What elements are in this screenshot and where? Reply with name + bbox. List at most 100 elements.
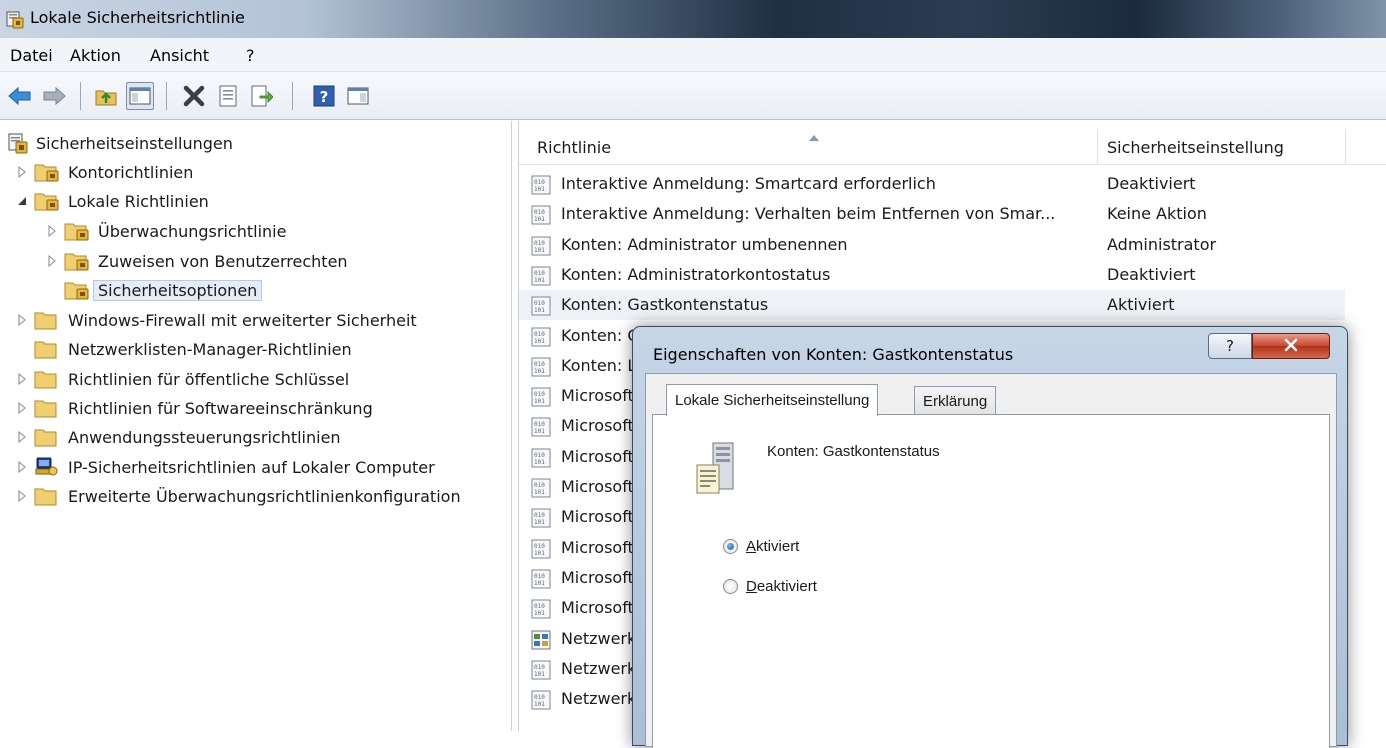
svg-text:010: 010 bbox=[534, 391, 545, 398]
tree-item-label: Zuweisen von Benutzerrechten bbox=[98, 251, 348, 271]
back-arrow-icon[interactable] bbox=[6, 82, 34, 110]
forward-arrow-icon[interactable] bbox=[40, 82, 68, 110]
menu-aktion[interactable]: Aktion bbox=[70, 46, 121, 65]
toolbar-separator bbox=[292, 82, 293, 110]
policy-item-icon: 010 101 bbox=[531, 569, 551, 593]
radio-button-unchecked[interactable] bbox=[723, 579, 738, 594]
column-sicherheitseinstellung[interactable]: Sicherheitseinstellung bbox=[1107, 138, 1284, 157]
tree-item-label: Richtlinien für Softwareeinschränkung bbox=[68, 398, 373, 418]
policy-name-cell: Microsoft bbox=[561, 416, 634, 436]
tab-erklaerung[interactable]: Erklärung bbox=[914, 386, 997, 416]
ip-security-icon bbox=[34, 456, 60, 478]
tab-lokale-sicherheitseinstellung[interactable]: Lokale Sicherheitseinstellung bbox=[666, 384, 879, 416]
show-hide-tree-icon[interactable] bbox=[126, 82, 154, 110]
dialog-close-button[interactable] bbox=[1252, 333, 1330, 359]
svg-text:101: 101 bbox=[534, 307, 545, 314]
tree-item-zuweisen-von-benutzerrechten[interactable]: Zuweisen von Benutzerrechten bbox=[44, 247, 348, 275]
svg-text:101: 101 bbox=[534, 580, 545, 587]
radio-button-checked[interactable] bbox=[723, 539, 738, 554]
title-bar: Lokale Sicherheitsrichtlinie bbox=[0, 0, 1386, 38]
policy-name-cell: Interaktive Anmeldung: Verhalten beim En… bbox=[561, 204, 1056, 224]
svg-text:010: 010 bbox=[534, 512, 545, 519]
tree-item-label: Sicherheitseinstellungen bbox=[36, 133, 233, 153]
tree-item-oeffentliche-schluessel[interactable]: Richtlinien für öffentliche Schlüssel bbox=[14, 365, 349, 393]
radio-label-deaktiviert: Deaktiviert bbox=[746, 578, 817, 595]
policy-name-cell: Netzwerk bbox=[561, 658, 637, 678]
expand-arrow-icon[interactable] bbox=[14, 461, 30, 473]
tree-item-ueberwachungsrichtlinie[interactable]: Überwachungsrichtlinie bbox=[44, 217, 286, 245]
window-title: Lokale Sicherheitsrichtlinie bbox=[30, 8, 245, 27]
tree-item-softwareeinschraenkung[interactable]: Richtlinien für Softwareeinschränkung bbox=[14, 394, 373, 422]
policy-name-label: Konten: Gastkontenstatus bbox=[767, 443, 940, 460]
close-icon bbox=[1283, 337, 1299, 356]
svg-text:101: 101 bbox=[534, 398, 545, 405]
svg-text:101: 101 bbox=[534, 368, 545, 375]
policy-item-icon: 010 101 bbox=[531, 417, 551, 441]
delete-icon[interactable] bbox=[180, 82, 208, 110]
dialog-help-button[interactable]: ? bbox=[1208, 333, 1252, 359]
toolbar-separator bbox=[80, 82, 81, 110]
expand-arrow-icon[interactable] bbox=[14, 490, 30, 502]
tree-item-label: Kontorichtlinien bbox=[68, 162, 194, 182]
collapse-arrow-icon[interactable] bbox=[14, 195, 30, 207]
properties-icon[interactable] bbox=[214, 82, 242, 110]
tree-item-label: Anwendungssteuerungsrichtlinien bbox=[68, 427, 341, 447]
tree-item-label: Windows-Firewall mit erweiterter Sicherh… bbox=[68, 310, 417, 330]
column-divider[interactable] bbox=[1345, 129, 1346, 165]
tree-item-sicherheitsoptionen[interactable]: Sicherheitsoptionen bbox=[64, 276, 263, 304]
svg-text:010: 010 bbox=[534, 664, 545, 671]
expand-arrow-icon[interactable] bbox=[44, 255, 60, 267]
expand-arrow-icon[interactable] bbox=[14, 373, 30, 385]
expand-arrow-icon[interactable] bbox=[14, 402, 30, 414]
column-richtlinie[interactable]: Richtlinie bbox=[537, 138, 611, 157]
toolbar-separator bbox=[166, 82, 167, 110]
help-icon[interactable]: ? bbox=[310, 82, 338, 110]
radio-deaktiviert[interactable]: Deaktiviert bbox=[723, 578, 817, 595]
folder-icon bbox=[34, 427, 60, 447]
menu-datei[interactable]: Datei bbox=[10, 46, 53, 65]
security-settings-icon bbox=[8, 132, 28, 154]
folder-icon bbox=[34, 310, 60, 330]
table-row[interactable]: 010 101 Interaktive Anmeldung: Verhalten b… bbox=[519, 199, 1345, 229]
expand-arrow-icon[interactable] bbox=[14, 314, 30, 326]
policy-name-cell: Konten: Gastkontenstatus bbox=[561, 295, 769, 315]
radio-aktiviert[interactable]: Aktiviert bbox=[723, 538, 799, 555]
menu-help[interactable]: ? bbox=[246, 46, 255, 65]
expand-arrow-icon[interactable] bbox=[44, 225, 60, 237]
up-folder-icon[interactable] bbox=[92, 82, 120, 110]
svg-text:010: 010 bbox=[534, 270, 545, 277]
expand-arrow-icon[interactable] bbox=[14, 166, 30, 178]
svg-text:101: 101 bbox=[534, 550, 545, 557]
svg-text:010: 010 bbox=[534, 331, 545, 338]
folder-icon bbox=[34, 369, 60, 389]
table-row[interactable]: 010 101 Konten: Administratorkontostatus De… bbox=[519, 260, 1345, 290]
svg-text:010: 010 bbox=[534, 300, 545, 307]
policy-item-icon: 010 101 bbox=[531, 387, 551, 411]
policy-value-cell: Deaktiviert bbox=[1107, 264, 1196, 284]
tree-item-ip-sicherheitsrichtlinien[interactable]: IP-Sicherheitsrichtlinien auf Lokaler Co… bbox=[14, 453, 435, 481]
tree-item-windows-firewall[interactable]: Windows-Firewall mit erweiterter Sicherh… bbox=[14, 306, 417, 334]
table-row[interactable]: 010 101 Konten: Gastkontenstatus Aktiviert bbox=[519, 290, 1345, 321]
tree-item-lokale-richtlinien[interactable]: Lokale Richtlinien bbox=[14, 187, 209, 215]
policy-item-icon: 010 101 bbox=[531, 660, 551, 684]
tree-item-anwendungssteuerung[interactable]: Anwendungssteuerungsrichtlinien bbox=[14, 423, 341, 451]
table-row[interactable]: 010 101 Konten: Administrator umbenennen Ad… bbox=[519, 230, 1345, 260]
tree-item-erweiterte-ueberwachung[interactable]: Erweiterte Überwachungsrichtlinienkonfig… bbox=[14, 482, 461, 510]
policy-value-cell: Administrator bbox=[1107, 234, 1217, 254]
action-pane-icon[interactable] bbox=[344, 82, 372, 110]
tree-item-kontorichtlinien[interactable]: Kontorichtlinien bbox=[14, 158, 193, 186]
table-row[interactable]: 010 101 Interaktive Anmeldung: Smartcard e… bbox=[519, 169, 1345, 199]
svg-text:010: 010 bbox=[534, 421, 545, 428]
tree-item-netzwerklisten-manager[interactable]: Netzwerklisten-Manager-Richtlinien bbox=[34, 335, 352, 363]
policy-name-cell: Microsoft bbox=[561, 598, 634, 618]
export-list-icon[interactable] bbox=[248, 82, 276, 110]
policy-name-cell: Interaktive Anmeldung: Smartcard erforde… bbox=[561, 174, 936, 193]
policy-name-cell: Konten: Administratorkontostatus bbox=[561, 264, 831, 284]
policy-folder-icon bbox=[64, 221, 90, 241]
column-divider[interactable] bbox=[1097, 129, 1098, 165]
tree-item-sicherheitseinstellungen[interactable]: Sicherheitseinstellungen bbox=[8, 129, 233, 157]
expand-arrow-icon[interactable] bbox=[14, 431, 30, 443]
policy-name-cell: Microsoft bbox=[561, 507, 634, 527]
menu-ansicht[interactable]: Ansicht bbox=[150, 46, 209, 65]
folder-icon bbox=[34, 339, 60, 359]
